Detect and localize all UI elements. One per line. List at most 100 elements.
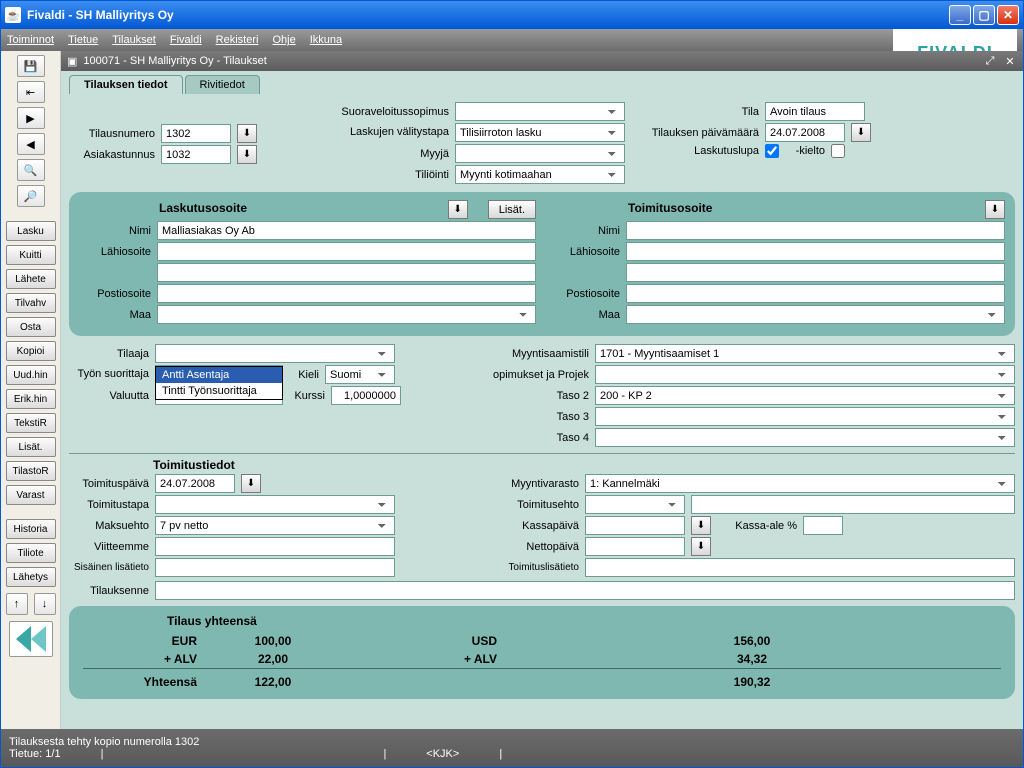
sisainen-input[interactable]: [155, 558, 395, 577]
laskutus-posti-input[interactable]: [157, 284, 536, 303]
laskutus-picker[interactable]: ⬇: [448, 200, 468, 219]
side-uudhin[interactable]: Uud.hin: [6, 365, 56, 385]
toimitus-picker[interactable]: ⬇: [985, 200, 1005, 219]
side-osta[interactable]: Osta: [6, 317, 56, 337]
search-icon[interactable]: 🔎: [17, 185, 45, 207]
toimituspaiva-input[interactable]: [155, 474, 235, 493]
tyonsuorittaja-dropdown[interactable]: Antti Asentaja Tintti Työnsuorittaja: [155, 366, 283, 400]
toimitusehto-select[interactable]: [585, 495, 685, 514]
menu-fivaldi[interactable]: Fivaldi: [170, 34, 202, 46]
tilausnumero-input[interactable]: [161, 124, 231, 143]
taso3-select[interactable]: [595, 407, 1015, 426]
tilauspvm-picker[interactable]: ⬇: [851, 123, 871, 142]
laskutus-maa-select[interactable]: [157, 305, 536, 324]
kassapaiva-input[interactable]: [585, 516, 685, 535]
toimituslisa-input[interactable]: [585, 558, 1015, 577]
side-lahete[interactable]: Lähete: [6, 269, 56, 289]
toimitus-lahi2-input[interactable]: [626, 263, 1005, 282]
java-icon: ☕: [5, 7, 21, 23]
menu-toiminnot[interactable]: Toiminnot: [7, 34, 54, 46]
up-icon[interactable]: ↑: [6, 593, 28, 615]
laskutus-nimi-input[interactable]: [157, 221, 536, 240]
laskutus-lahi2-input[interactable]: [157, 263, 536, 282]
sub-restore-icon[interactable]: ⤢: [983, 54, 997, 68]
toimitusehto-input[interactable]: [691, 495, 1015, 514]
taso2-select[interactable]: 200 - KP 2: [595, 386, 1015, 405]
menu-ohje[interactable]: Ohje: [272, 34, 295, 46]
menu-tietue[interactable]: Tietue: [68, 34, 98, 46]
myyja-select[interactable]: [455, 144, 625, 163]
side-historia[interactable]: Historia: [6, 519, 56, 539]
lisat-button[interactable]: Lisät.: [488, 200, 536, 219]
tiliointi-label: Tiliöinti: [329, 169, 449, 181]
toimitus-posti-input[interactable]: [626, 284, 1005, 303]
usd-value: 156,00: [503, 632, 1001, 650]
side-tekstir[interactable]: TekstiR: [6, 413, 56, 433]
tilauksenne-input[interactable]: [155, 581, 1015, 600]
tiliointi-select[interactable]: Myynti kotimaahan: [455, 165, 625, 184]
laskutus-lahi-input[interactable]: [157, 242, 536, 261]
next-icon[interactable]: ▶: [17, 107, 45, 129]
close-button[interactable]: ✕: [997, 5, 1019, 25]
toimitus-lahi-input[interactable]: [626, 242, 1005, 261]
side-lahetys[interactable]: Lähetys: [6, 567, 56, 587]
maximize-button[interactable]: ▢: [973, 5, 995, 25]
myyntisaamistili-select[interactable]: 1701 - Myyntisaamiset 1: [595, 344, 1015, 363]
totals-section: Tilaus yhteensä EUR 100,00 USD 156,00 + …: [69, 606, 1015, 699]
kurssi-input[interactable]: [331, 386, 401, 405]
down-icon[interactable]: ↓: [34, 593, 56, 615]
dropdown-option[interactable]: Tintti Työnsuorittaja: [156, 383, 282, 399]
toimituspaiva-picker[interactable]: ⬇: [241, 474, 261, 493]
dropdown-option-selected[interactable]: Antti Asentaja: [156, 367, 282, 383]
side-erikhin[interactable]: Erik.hin: [6, 389, 56, 409]
statusbar: Tilauksesta tehty kopio numerolla 1302 T…: [1, 729, 1023, 767]
suoraveloitus-select[interactable]: [455, 102, 625, 121]
nettopaiva-input[interactable]: [585, 537, 685, 556]
toimitustapa-select[interactable]: [155, 495, 395, 514]
menu-tilaukset[interactable]: Tilaukset: [112, 34, 156, 46]
side-kuitti[interactable]: Kuitti: [6, 245, 56, 265]
toimitusosoite-title: Toimitusosoite: [548, 201, 979, 215]
toimitus-nimi-input[interactable]: [626, 221, 1005, 240]
tilaaja-select[interactable]: [155, 344, 395, 363]
save-icon[interactable]: 💾: [17, 55, 45, 77]
side-tilvahv[interactable]: Tilvahv: [6, 293, 56, 313]
titlebar: ☕ Fivaldi - SH Malliyritys Oy _ ▢ ✕: [1, 1, 1023, 29]
side-varast[interactable]: Varast: [6, 485, 56, 505]
toimitus-maa-select[interactable]: [626, 305, 1005, 324]
minimize-button[interactable]: _: [949, 5, 971, 25]
nettopaiva-picker[interactable]: ⬇: [691, 537, 711, 556]
eur-label: EUR: [83, 632, 203, 650]
viitteemme-input[interactable]: [155, 537, 395, 556]
first-icon[interactable]: ⇤: [17, 81, 45, 103]
kassapaiva-picker[interactable]: ⬇: [691, 516, 711, 535]
kassa-ale-input[interactable]: [803, 516, 843, 535]
menu-rekisteri[interactable]: Rekisteri: [216, 34, 259, 46]
valitystapa-select[interactable]: Tilisiirroton lasku: [455, 123, 625, 142]
kieli-select[interactable]: Suomi: [325, 365, 395, 384]
asiakastunnus-input[interactable]: [161, 145, 231, 164]
side-lasku[interactable]: Lasku: [6, 221, 56, 241]
zoom-icon[interactable]: 🔍: [17, 159, 45, 181]
side-lisat[interactable]: Lisät.: [6, 437, 56, 457]
tilauspvm-input[interactable]: [765, 123, 845, 142]
maksuehto-select[interactable]: 7 pv netto: [155, 516, 395, 535]
kielto-checkbox[interactable]: [831, 144, 845, 158]
status-tietue: Tietue: 1/1: [9, 748, 61, 760]
laskutuslupa-label: Laskutuslupa: [639, 145, 759, 157]
myyntivarasto-select[interactable]: 1: Kannelmäki: [585, 474, 1015, 493]
taso4-select[interactable]: [595, 428, 1015, 447]
side-tilastor[interactable]: TilastoR: [6, 461, 56, 481]
menu-ikkuna[interactable]: Ikkuna: [310, 34, 342, 46]
laskutuslupa-checkbox[interactable]: [765, 144, 779, 158]
tila-input[interactable]: [765, 102, 865, 121]
sub-close-icon[interactable]: ✕: [1003, 54, 1017, 68]
tilausnumero-picker[interactable]: ⬇: [237, 124, 257, 143]
prev-icon[interactable]: ◀: [17, 133, 45, 155]
side-tiliote[interactable]: Tiliote: [6, 543, 56, 563]
sopimukset-select[interactable]: [595, 365, 1015, 384]
tab-tilauksen-tiedot[interactable]: Tilauksen tiedot: [69, 75, 183, 94]
asiakastunnus-picker[interactable]: ⬇: [237, 145, 257, 164]
side-kopioi[interactable]: Kopioi: [6, 341, 56, 361]
tab-rivitiedot[interactable]: Rivitiedot: [185, 75, 260, 94]
